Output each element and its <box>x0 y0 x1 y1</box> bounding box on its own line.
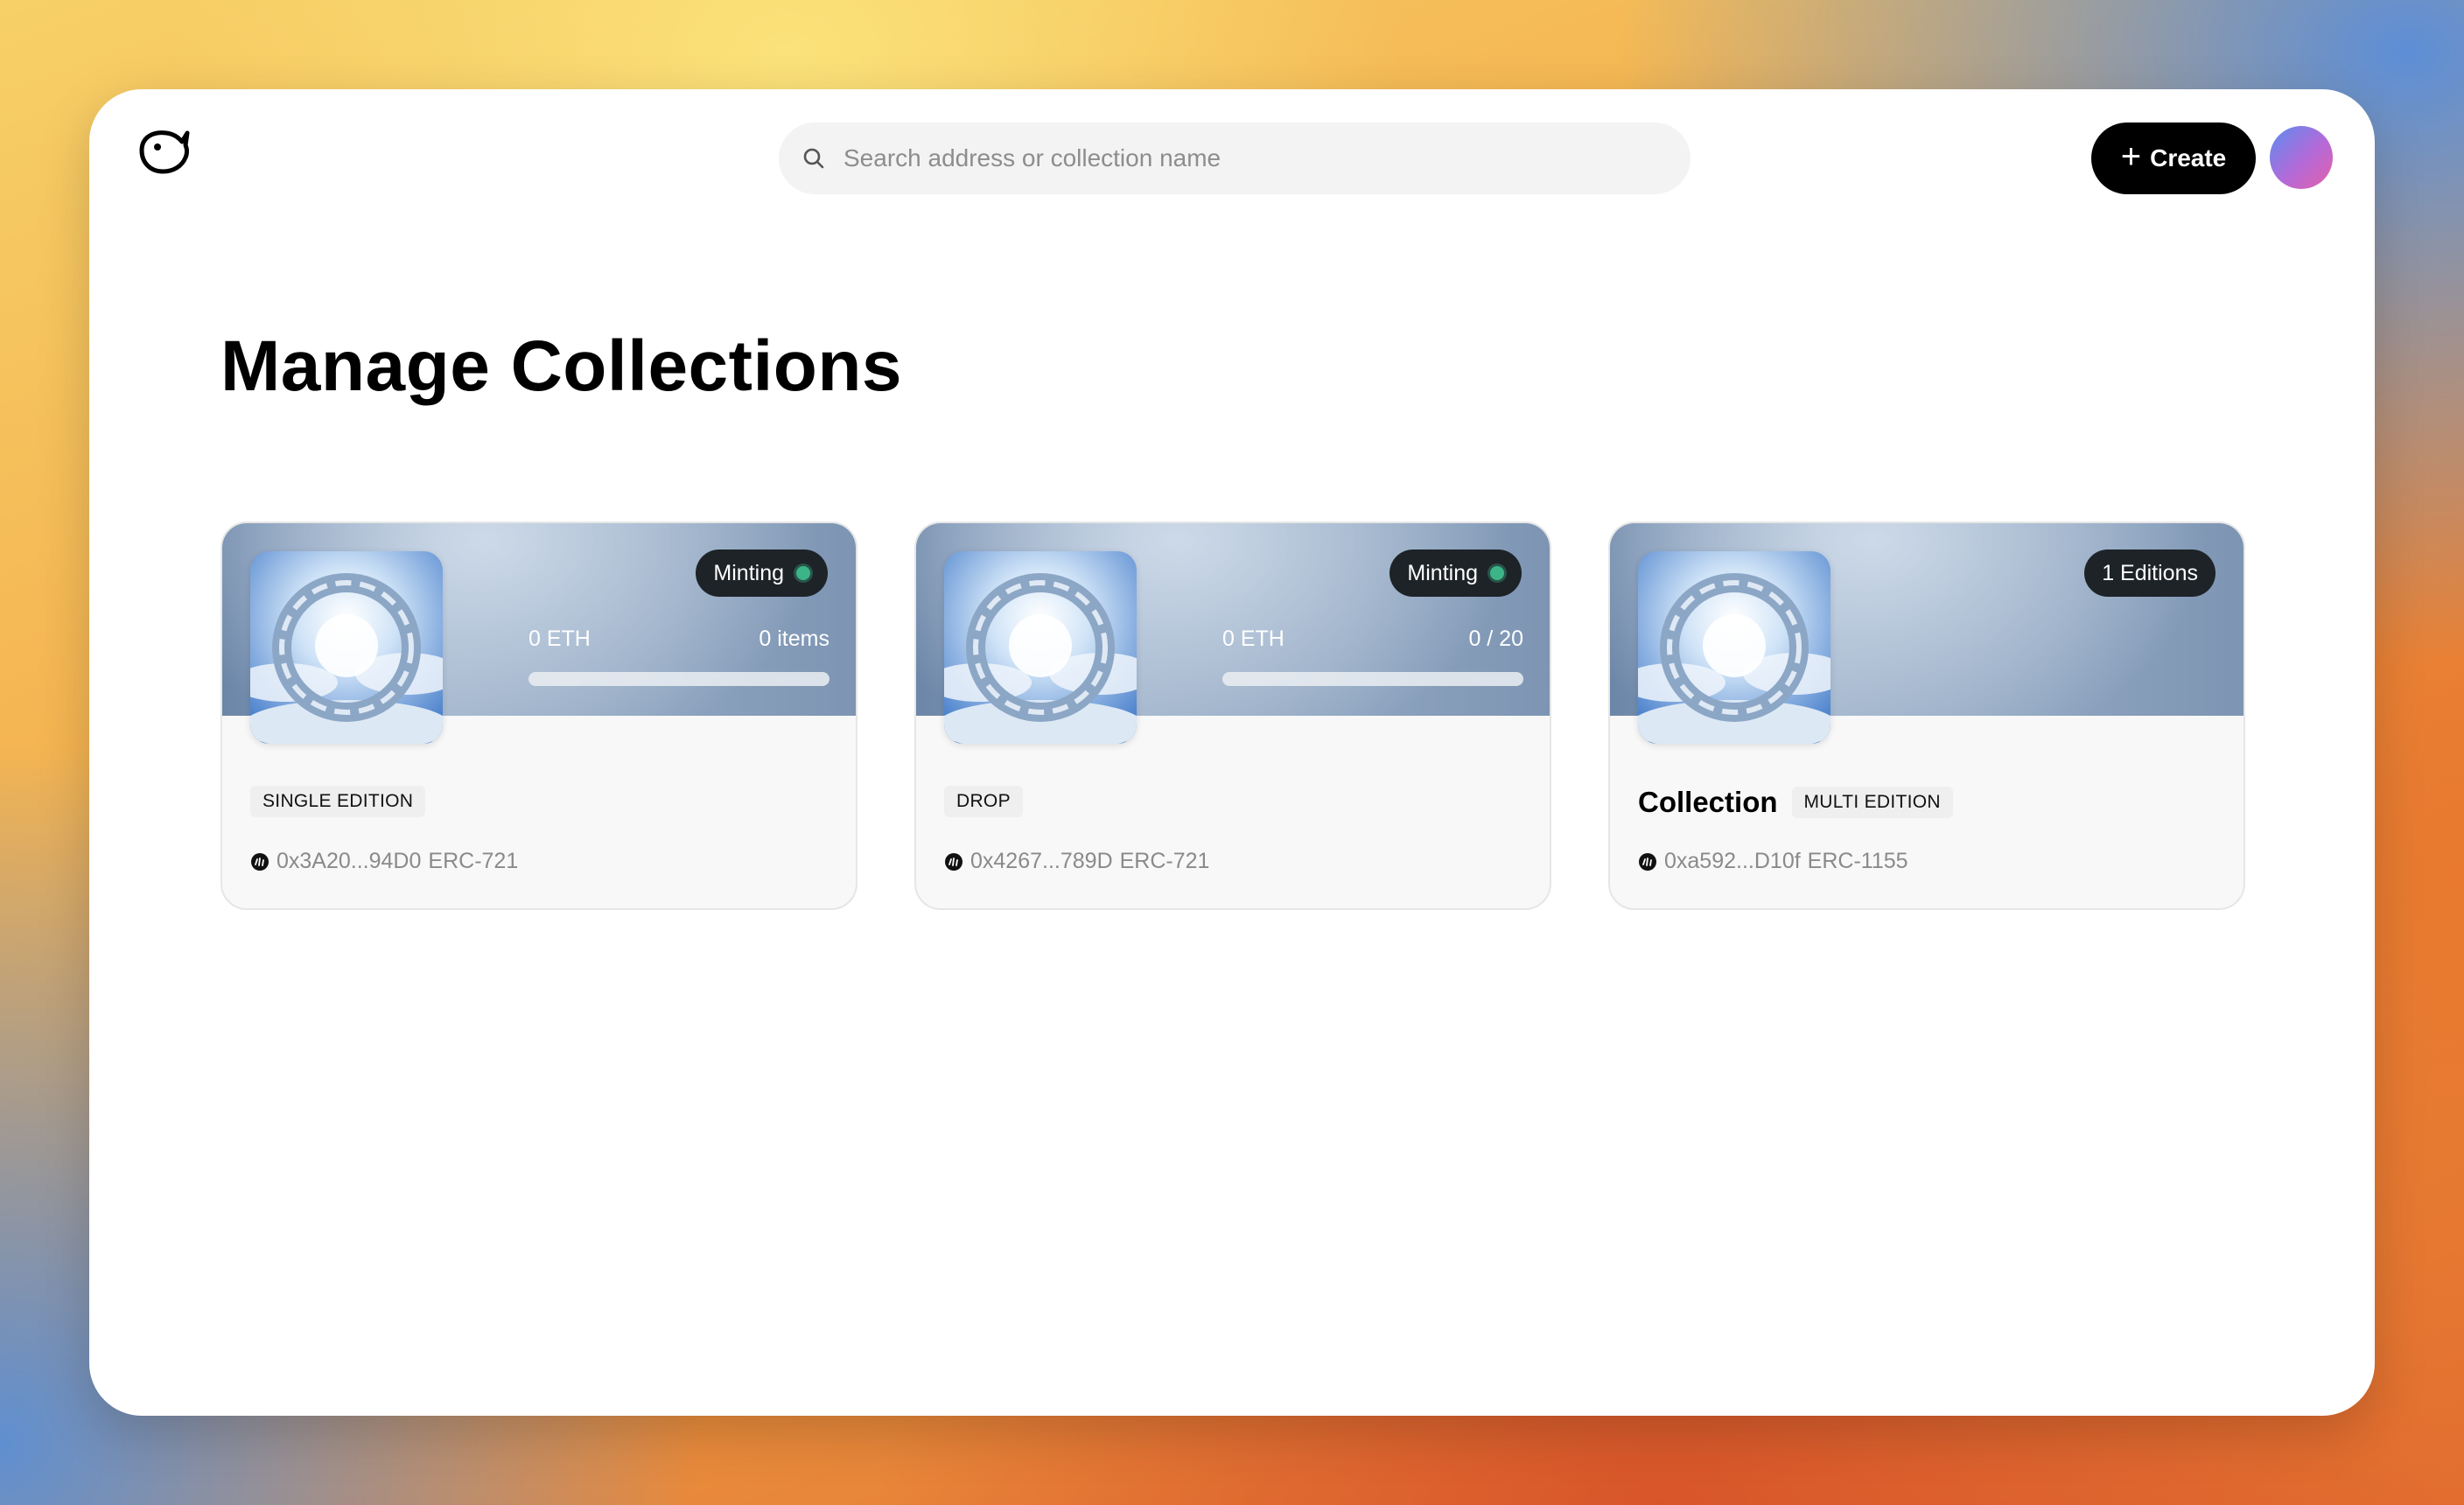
collection-name: Collection <box>1638 786 1778 818</box>
contract-address: 0x4267...789D <box>970 849 1113 873</box>
eth-value: 0 ETH <box>1222 626 1284 651</box>
status-label: Minting <box>1407 560 1478 585</box>
collection-thumbnail <box>250 551 443 744</box>
contract-address: 0xa592...D10f <box>1664 849 1801 873</box>
collection-card[interactable]: 1 Editions Collection MULTI EDITION 0xa5… <box>1608 522 2245 910</box>
collection-type-badge: MULTI EDITION <box>1791 787 1953 818</box>
type-row: Collection MULTI EDITION <box>1638 786 1953 819</box>
token-standard: ERC-1155 <box>1807 849 1908 873</box>
eth-value: 0 ETH <box>528 626 591 651</box>
status-dot-icon <box>1490 566 1504 580</box>
status-badge: Minting <box>696 550 828 597</box>
plus-icon: + <box>2120 137 2142 176</box>
chain-icon <box>251 852 269 871</box>
page-title: Manage Collections <box>220 326 903 406</box>
mint-stats: 0 ETH 0 / 20 <box>1222 626 1523 652</box>
search-icon <box>803 148 824 169</box>
create-button[interactable]: + Create <box>2091 122 2256 194</box>
status-badge: Minting <box>1390 550 1522 597</box>
portal-image <box>1638 551 1830 744</box>
status-label: Minting <box>713 560 784 585</box>
type-row: DROP <box>944 786 1023 817</box>
status-dot-icon <box>796 566 810 580</box>
contract-address-row: 0x3A20...94D0 ERC-721 <box>250 849 518 874</box>
contract-address: 0x3A20...94D0 <box>276 849 422 873</box>
item-count: 0 / 20 <box>1468 626 1523 651</box>
collection-thumbnail <box>1638 551 1830 744</box>
collection-card[interactable]: Minting 0 ETH 0 items SINGLE EDITION 0x3… <box>220 522 858 910</box>
mint-progress-bar <box>528 672 830 686</box>
collection-type-badge: DROP <box>944 786 1023 817</box>
contract-address-row: 0x4267...789D ERC-721 <box>944 849 1209 874</box>
collection-type-badge: SINGLE EDITION <box>250 786 426 817</box>
type-row: SINGLE EDITION <box>250 786 426 817</box>
chain-icon <box>945 852 962 871</box>
portal-image <box>250 551 443 744</box>
token-standard: ERC-721 <box>1119 849 1210 873</box>
collection-card[interactable]: Minting 0 ETH 0 / 20 DROP 0x4267...789D … <box>914 522 1551 910</box>
app-window: + Create Manage Collections <box>89 89 2375 1416</box>
avatar[interactable] <box>2270 126 2333 189</box>
create-button-label: Create <box>2150 144 2227 172</box>
mint-stats: 0 ETH 0 items <box>528 626 830 652</box>
bird-logo-icon[interactable] <box>135 124 191 177</box>
collection-thumbnail <box>944 551 1137 744</box>
editions-label: 1 Editions <box>2102 560 2198 585</box>
token-standard: ERC-721 <box>428 849 519 873</box>
search-input[interactable] <box>844 144 1690 172</box>
search-bar[interactable] <box>779 122 1690 194</box>
editions-badge: 1 Editions <box>2084 550 2216 597</box>
chain-icon <box>1639 852 1656 871</box>
mint-progress-bar <box>1222 672 1523 686</box>
item-count: 0 items <box>759 626 830 651</box>
contract-address-row: 0xa592...D10f ERC-1155 <box>1638 849 1908 874</box>
portal-image <box>944 551 1137 744</box>
